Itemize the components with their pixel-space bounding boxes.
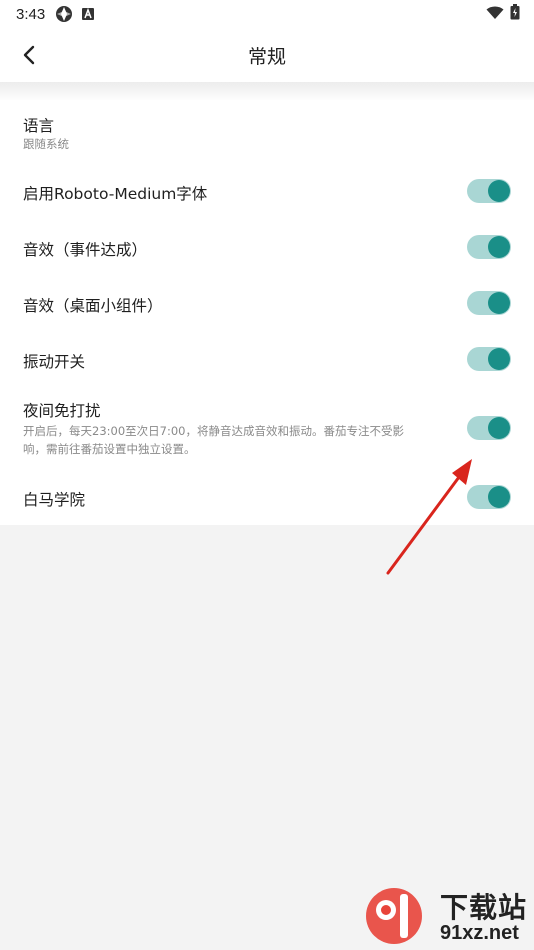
setting-sound-event-label: 音效（事件达成） xyxy=(23,241,148,259)
setting-language[interactable]: 语言 跟随系统 xyxy=(0,100,534,162)
setting-language-label: 语言 xyxy=(23,117,55,135)
back-button[interactable] xyxy=(14,38,44,72)
setting-language-value: 跟随系统 xyxy=(23,137,69,151)
app-bar: 常规 xyxy=(0,28,534,82)
status-time: 3:43 xyxy=(16,5,46,23)
sound-widget-toggle[interactable] xyxy=(467,291,511,315)
status-bar: 3:43 xyxy=(0,0,534,28)
setting-night-dnd-description-line1: 开启后，每天23:00至次日7:00，将静音达成音效和振动。番茄专注不受影 xyxy=(23,424,404,438)
toggle-knob xyxy=(488,292,510,314)
vibration-toggle[interactable] xyxy=(467,347,511,371)
setting-night-dnd-label: 夜间免打扰 xyxy=(23,402,101,420)
setting-vibration-label: 振动开关 xyxy=(23,353,86,371)
chevron-left-icon xyxy=(23,45,35,65)
setting-roboto-font: 启用Roboto-Medium字体 xyxy=(0,162,534,218)
wifi-icon xyxy=(486,5,504,24)
accessibility-notification-icon xyxy=(81,7,95,21)
battery-icon xyxy=(510,4,520,24)
setting-roboto-font-label: 启用Roboto-Medium字体 xyxy=(23,185,208,203)
watermark-url: 91xz.net xyxy=(440,922,519,944)
toggle-knob xyxy=(488,236,510,258)
app-notification-icon xyxy=(55,5,73,23)
sound-event-toggle[interactable] xyxy=(467,235,511,259)
toggle-knob xyxy=(488,486,510,508)
setting-sound-event: 音效（事件达成） xyxy=(0,218,534,274)
setting-baima-academy-label: 白马学院 xyxy=(23,491,86,509)
toggle-knob xyxy=(488,417,510,439)
setting-sound-widget: 音效（桌面小组件） xyxy=(0,274,534,330)
night-dnd-toggle[interactable] xyxy=(467,416,511,440)
toggle-knob xyxy=(488,180,510,202)
setting-night-dnd-description-line2: 响，需前往番茄设置中独立设置。 xyxy=(23,442,196,456)
annotation-arrow-icon xyxy=(386,459,472,575)
roboto-font-toggle[interactable] xyxy=(467,179,511,203)
page-title: 常规 xyxy=(247,45,286,68)
toggle-knob xyxy=(488,348,510,370)
setting-vibration: 振动开关 xyxy=(0,330,534,386)
setting-sound-widget-label: 音效（桌面小组件） xyxy=(23,297,163,315)
app-bar-shadow xyxy=(0,82,534,102)
setting-night-dnd: 夜间免打扰 开启后，每天23:00至次日7:00，将静音达成音效和振动。番茄专注… xyxy=(0,386,534,466)
watermark-text: 下载站 xyxy=(440,891,528,924)
